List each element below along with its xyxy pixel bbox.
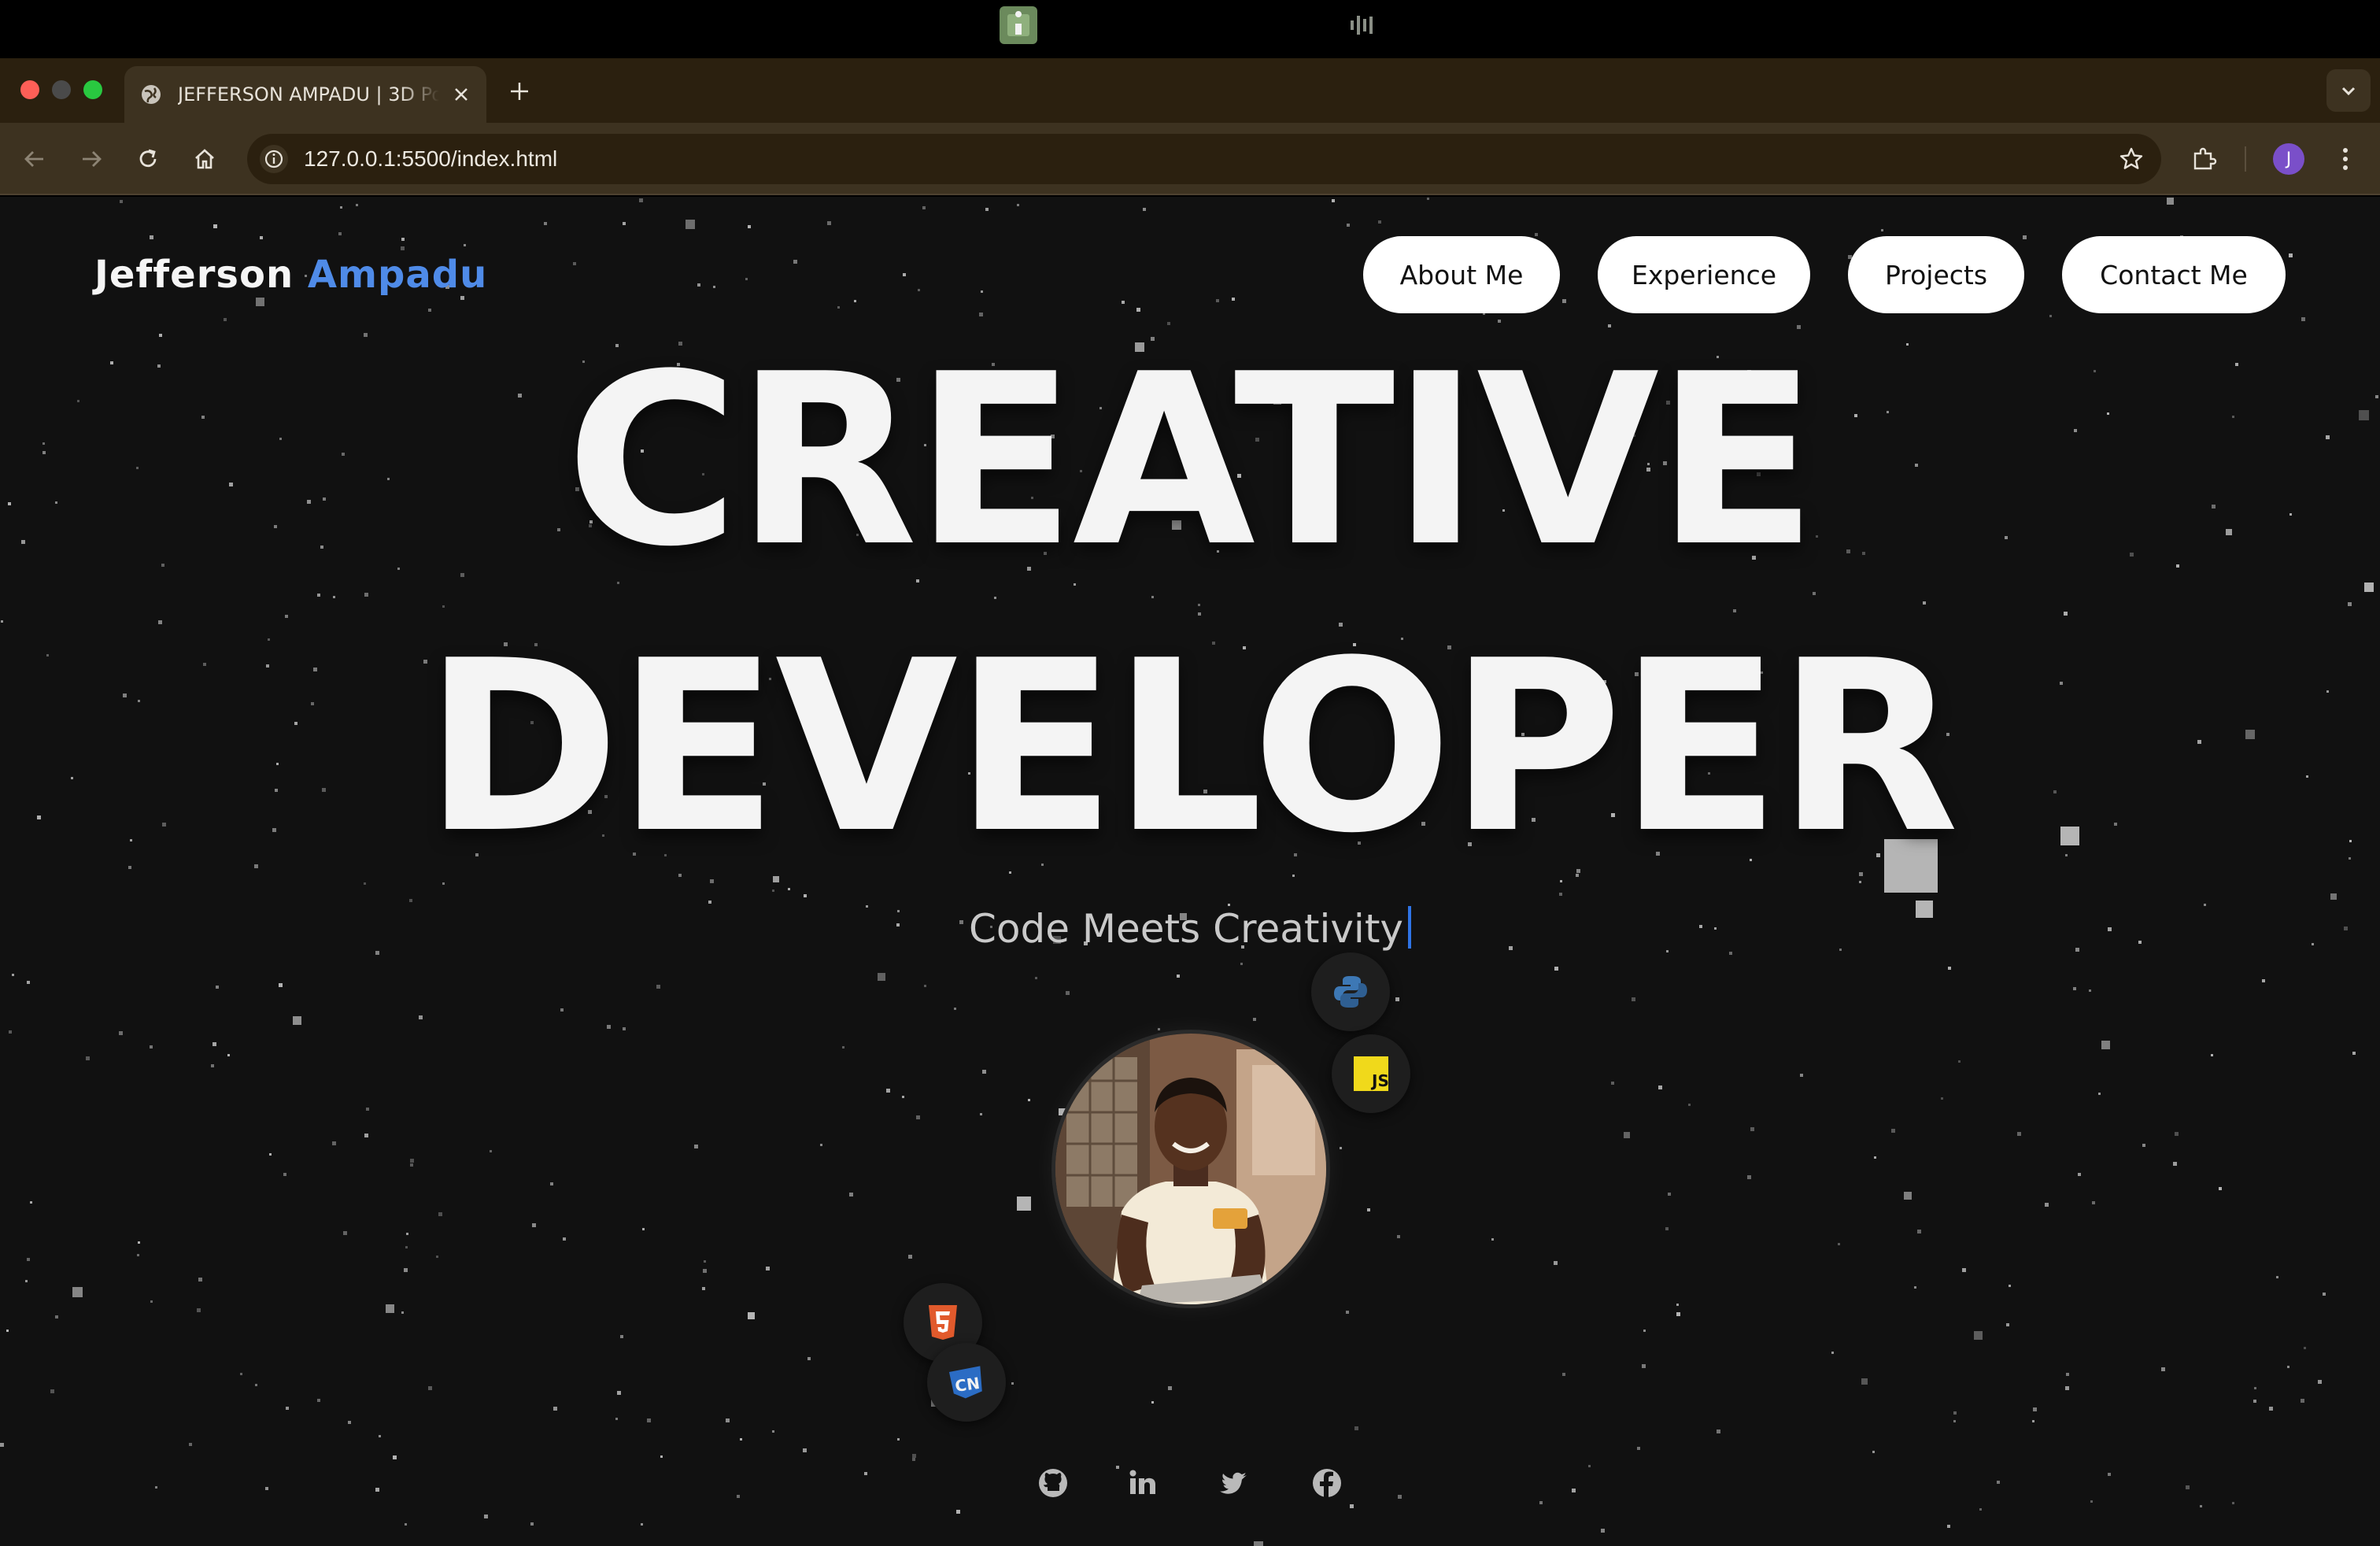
site-info-button[interactable]: [260, 145, 288, 173]
hero-title-line-2: DEVELOPER: [423, 610, 1959, 885]
svg-text:CN: CN: [954, 1374, 981, 1396]
profile-photo: [1051, 1030, 1330, 1308]
brand-last-name: Ampadu: [307, 253, 488, 297]
puzzle-icon: [2193, 147, 2217, 170]
linkedin-icon[interactable]: [1125, 1466, 1160, 1500]
javascript-icon: JS: [1332, 1034, 1410, 1113]
plus-icon: [511, 83, 528, 100]
reload-button[interactable]: [132, 143, 164, 175]
window-close-button[interactable]: [20, 80, 39, 99]
bookmark-star-icon[interactable]: [2117, 145, 2145, 173]
home-button[interactable]: [189, 143, 220, 175]
hero-subtitle: Code Meets Creativity: [0, 904, 2380, 954]
os-menubar: [0, 0, 2380, 58]
url-text[interactable]: 127.0.0.1:5500/index.html: [304, 146, 557, 172]
github-icon[interactable]: [1036, 1466, 1070, 1500]
brand-first-name: Jefferson: [94, 253, 294, 297]
info-icon: [264, 150, 283, 168]
social-links: [0, 1466, 2380, 1505]
tab-search-button[interactable]: [2326, 69, 2371, 112]
profile-avatar[interactable]: J: [2273, 143, 2304, 175]
arrow-left-icon: [24, 151, 43, 167]
tab-close-icon[interactable]: [452, 85, 471, 104]
home-icon: [195, 149, 214, 169]
svg-text:JS: JS: [1370, 1071, 1388, 1090]
site-logo[interactable]: Jefferson Ampadu: [94, 249, 487, 301]
nav-about-button[interactable]: About Me: [1363, 236, 1560, 313]
arrow-right-icon: [83, 151, 102, 167]
browser-tabstrip: JEFFERSON AMPADU | 3D Portfolio: [0, 58, 2380, 123]
browser-menu-button[interactable]: [2330, 143, 2361, 175]
window-minimize-button[interactable]: [52, 80, 71, 99]
forward-button[interactable]: [76, 143, 107, 175]
toolbar-divider: [2245, 146, 2246, 172]
globe-icon: [142, 85, 161, 104]
python-icon: [1311, 952, 1390, 1031]
back-button[interactable]: [19, 143, 50, 175]
chevron-down-icon: [2341, 87, 2356, 96]
hero-title-line-1: CREATIVE: [565, 324, 1817, 598]
kebab-menu-icon: [2343, 148, 2348, 170]
app-thumbnail-icon[interactable]: [1000, 6, 1037, 44]
css3-icon: CN: [927, 1343, 1006, 1422]
reload-icon: [139, 149, 157, 168]
nav-projects-button[interactable]: Projects: [1848, 236, 2024, 313]
extensions-button[interactable]: [2188, 143, 2219, 175]
facebook-icon[interactable]: [1310, 1466, 1344, 1500]
browser-tab-active[interactable]: JEFFERSON AMPADU | 3D Portfolio: [124, 66, 486, 123]
typing-caret: [1408, 906, 1412, 949]
nav-contact-button[interactable]: Contact Me: [2062, 236, 2286, 313]
browser-toolbar: 127.0.0.1:5500/index.html J: [0, 123, 2380, 195]
audio-levels-icon: [1349, 14, 1376, 36]
address-bar[interactable]: 127.0.0.1:5500/index.html: [247, 134, 2161, 184]
subtitle-text: Code Meets Creativity: [968, 906, 1404, 952]
nav-experience-button[interactable]: Experience: [1598, 236, 1810, 313]
twitter-icon[interactable]: [1217, 1466, 1251, 1500]
new-tab-button[interactable]: [504, 76, 535, 107]
page-viewport: Jefferson Ampadu About Me Experience Pro…: [0, 197, 2380, 1546]
tab-title: JEFFERSON AMPADU | 3D Portfolio: [178, 83, 439, 105]
window-zoom-button[interactable]: [83, 80, 102, 99]
